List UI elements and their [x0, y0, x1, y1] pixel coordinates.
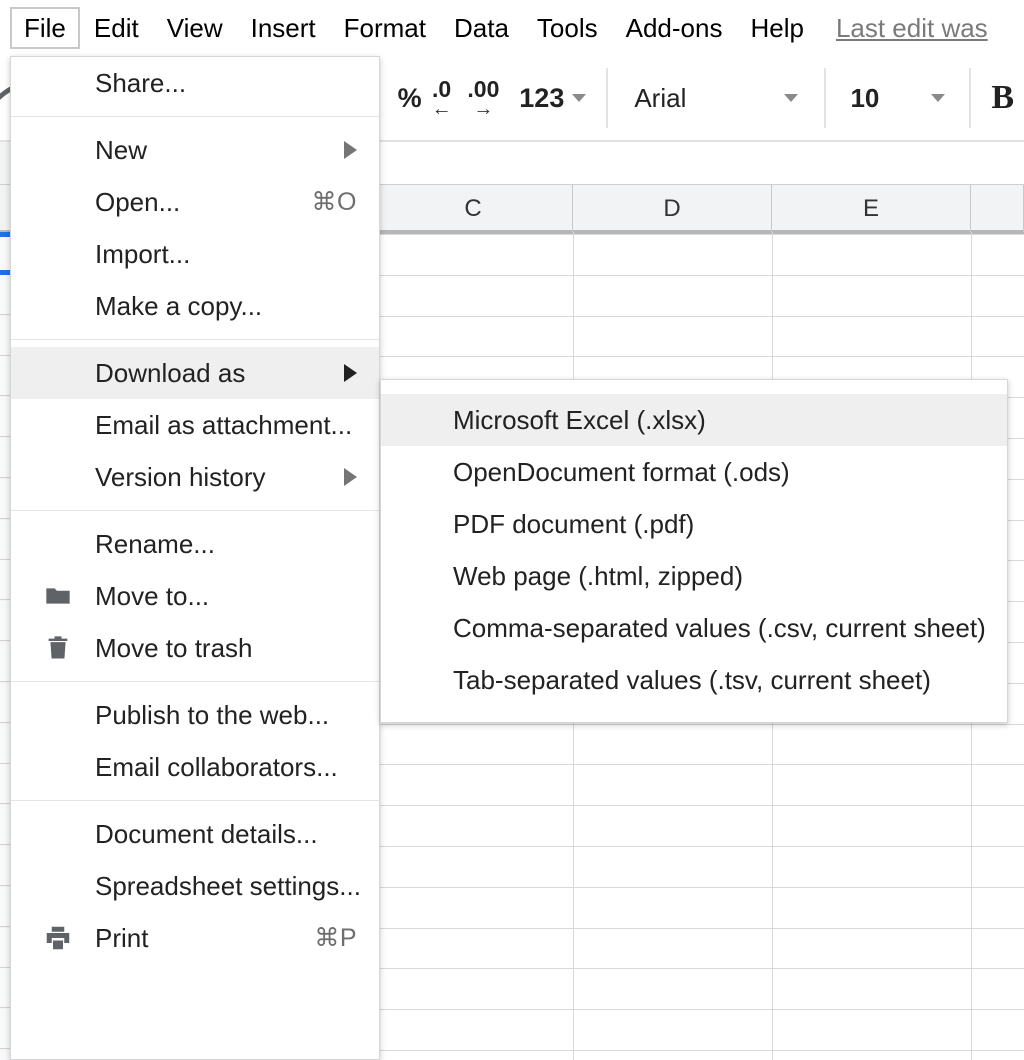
- menu-item-label: Import...: [95, 238, 191, 269]
- submenu-item-label: PDF document (.pdf): [453, 508, 695, 539]
- menu-item-label: Spreadsheet settings...: [95, 870, 361, 901]
- menu-item-print[interactable]: Print ⌘P: [11, 912, 379, 964]
- menu-item-label: Document details...: [95, 818, 318, 849]
- submenu-item-microsoft-excel-xlsx[interactable]: Microsoft Excel (.xlsx): [381, 394, 1007, 446]
- menu-item-version-history[interactable]: Version history: [11, 451, 379, 503]
- menu-separator: [11, 800, 379, 801]
- menu-edit[interactable]: Edit: [80, 9, 153, 47]
- font-size-label: 10: [850, 82, 880, 113]
- submenu-item-web-page-html-zipped[interactable]: Web page (.html, zipped): [381, 550, 1007, 602]
- menu-item-publish-to-the-web[interactable]: Publish to the web...: [11, 689, 379, 741]
- increase-decimal-arrow-icon: →: [473, 97, 494, 120]
- menu-data[interactable]: Data: [440, 9, 523, 47]
- decrease-decimal-arrow-icon: ←: [431, 97, 452, 120]
- menu-addons[interactable]: Add-ons: [612, 9, 737, 47]
- file-dropdown-menu[interactable]: Share... New Open... ⌘O Import... Make a copy…: [10, 56, 380, 1060]
- menu-item-label: Rename...: [95, 528, 215, 559]
- menu-item-label: Share...: [95, 67, 187, 98]
- printer-icon: [43, 923, 73, 953]
- last-edit-status[interactable]: Last edit was: [836, 13, 988, 44]
- number-format-button[interactable]: 123: [509, 70, 596, 126]
- chevron-right-icon: [344, 468, 357, 486]
- column-header-partial[interactable]: [971, 185, 1024, 232]
- menu-help[interactable]: Help: [736, 9, 817, 47]
- chevron-down-icon: [572, 94, 587, 102]
- submenu-item-tab-separated-values-tsv-current-sheet[interactable]: Tab-separated values (.tsv, current shee…: [381, 654, 1007, 706]
- decrease-decimal-button[interactable]: .0 ←: [432, 70, 452, 126]
- menu-bar: File Edit View Insert Format Data Tools …: [0, 0, 1024, 56]
- menu-item-open[interactable]: Open... ⌘O: [11, 176, 379, 228]
- menu-item-label: Email collaborators...: [95, 751, 338, 782]
- menu-item-label: Publish to the web...: [95, 699, 330, 730]
- menu-view[interactable]: View: [153, 9, 237, 47]
- submenu-item-opendocument-format-ods[interactable]: OpenDocument format (.ods): [381, 446, 1007, 498]
- chevron-right-icon: [344, 141, 357, 159]
- submenu-top-padding: [381, 380, 1007, 394]
- toolbar-separator: [606, 68, 609, 128]
- font-size-selector[interactable]: 10: [836, 70, 959, 126]
- menu-format[interactable]: Format: [330, 9, 440, 47]
- menu-file[interactable]: File: [10, 7, 80, 49]
- download-as-submenu[interactable]: Microsoft Excel (.xlsx) OpenDocument form…: [380, 379, 1008, 723]
- menu-item-label: New: [95, 134, 148, 165]
- menu-item-label: Email as attachment...: [95, 409, 353, 440]
- column-header-e[interactable]: E: [772, 185, 971, 232]
- menu-insert[interactable]: Insert: [237, 9, 330, 47]
- menu-item-download-as[interactable]: Download as: [11, 347, 379, 399]
- submenu-item-label: Tab-separated values (.tsv, current shee…: [453, 664, 931, 695]
- menu-item-make-a-copy[interactable]: Make a copy...: [11, 280, 379, 332]
- format-percent-button[interactable]: %: [388, 70, 432, 126]
- menu-item-move-to-trash[interactable]: Move to trash: [11, 622, 379, 674]
- toolbar-separator: [824, 68, 827, 128]
- menu-item-email-as-attachment[interactable]: Email as attachment...: [11, 399, 379, 451]
- toolbar-separator: [969, 68, 972, 128]
- trash-icon: [43, 633, 73, 663]
- menu-tools[interactable]: Tools: [523, 9, 612, 47]
- menu-item-shortcut: ⌘P: [314, 924, 357, 952]
- chevron-right-icon: [344, 364, 357, 382]
- menu-separator: [11, 510, 379, 511]
- menu-item-new[interactable]: New: [11, 124, 379, 176]
- menu-separator: [11, 116, 379, 117]
- menu-item-label: Move to...: [95, 580, 210, 611]
- menu-item-label: Move to trash: [95, 632, 253, 663]
- number-format-label: 123: [519, 82, 565, 113]
- menu-item-import[interactable]: Import...: [11, 228, 379, 280]
- submenu-item-label: Comma-separated values (.csv, current sh…: [453, 612, 986, 643]
- column-header-d[interactable]: D: [573, 185, 772, 232]
- submenu-item-label: OpenDocument format (.ods): [453, 456, 790, 487]
- submenu-item-pdf-document-pdf[interactable]: PDF document (.pdf): [381, 498, 1007, 550]
- menu-item-label: Download as: [95, 357, 246, 388]
- menu-item-label: Print: [95, 922, 149, 953]
- menu-separator: [11, 339, 379, 340]
- menu-item-share[interactable]: Share...: [11, 57, 379, 109]
- chevron-down-icon: [931, 94, 946, 102]
- menu-item-email-collaborators[interactable]: Email collaborators...: [11, 741, 379, 793]
- menu-item-shortcut: ⌘O: [311, 188, 357, 216]
- submenu-item-label: Web page (.html, zipped): [453, 560, 743, 591]
- menu-separator: [11, 681, 379, 682]
- menu-item-spreadsheet-settings[interactable]: Spreadsheet settings...: [11, 860, 379, 912]
- sheets-app-window: CDE File Edit View Insert Format Data To…: [0, 0, 1024, 1060]
- column-header-c[interactable]: C: [374, 185, 573, 232]
- chevron-down-icon: [784, 94, 799, 102]
- submenu-item-label: Microsoft Excel (.xlsx): [453, 404, 706, 435]
- submenu-item-comma-separated-values-csv-current-sheet[interactable]: Comma-separated values (.csv, current sh…: [381, 602, 1007, 654]
- font-family-selector[interactable]: Arial: [618, 70, 814, 126]
- menu-item-rename[interactable]: Rename...: [11, 518, 379, 570]
- menu-item-label: Make a copy...: [95, 290, 263, 321]
- font-family-label: Arial: [634, 82, 687, 113]
- increase-decimal-button[interactable]: .00 →: [467, 70, 499, 126]
- bold-button[interactable]: B: [981, 70, 1024, 126]
- menu-item-move-to[interactable]: Move to...: [11, 570, 379, 622]
- menu-item-label: Open...: [95, 186, 181, 217]
- folder-icon: [43, 581, 73, 611]
- menu-item-label: Version history: [95, 461, 266, 492]
- menu-item-document-details[interactable]: Document details...: [11, 808, 379, 860]
